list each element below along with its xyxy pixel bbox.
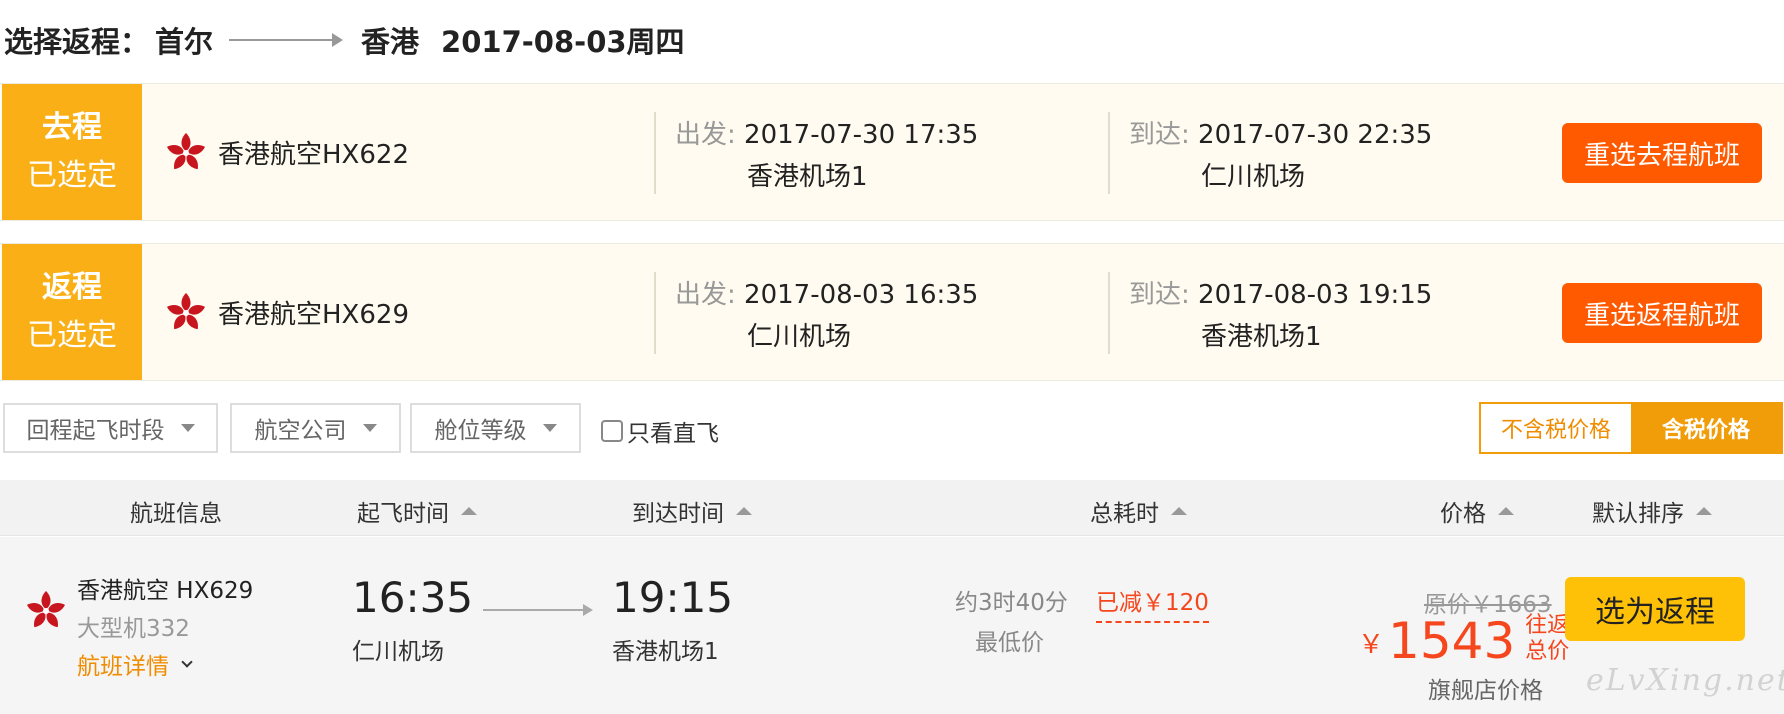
- sort-default[interactable]: 默认排序: [1592, 494, 1712, 528]
- outbound-selected-tag: 去程 已选定: [2, 84, 142, 220]
- reselect-return-button[interactable]: 重选返程航班: [1562, 283, 1762, 343]
- sort-up-icon: [736, 507, 752, 515]
- sort-arrive-time[interactable]: 到达时间: [632, 494, 752, 528]
- outbound-selected-row: 去程 已选定 香港航空HX622 出发: 2017-07-30 17:35 香港…: [0, 83, 1784, 221]
- depart-label: 出发:: [675, 280, 736, 310]
- sort-up-icon: [1171, 507, 1187, 515]
- caret-down-icon: [542, 424, 557, 432]
- flight-detail-link[interactable]: 航班详情: [77, 647, 193, 681]
- flight-detail-label: 航班详情: [77, 654, 169, 680]
- flight-result-row: 香港航空 HX629 大型机332 航班详情 16:35 仁川机场 19:15 …: [0, 537, 1784, 714]
- filter-airline-dropdown[interactable]: 航空公司: [230, 403, 401, 453]
- result-depart-airport: 仁川机场: [352, 639, 444, 665]
- sort-up-icon: [1696, 507, 1712, 515]
- select-return-button[interactable]: 选为返程: [1565, 577, 1745, 641]
- from-city: 首尔: [155, 25, 214, 59]
- reselect-outbound-button[interactable]: 重选去程航班: [1562, 123, 1762, 183]
- outbound-depart-time: 2017-07-30 17:35: [744, 120, 979, 150]
- result-duration: 约3时40分: [955, 590, 1068, 616]
- arrive-label: 到达:: [1129, 280, 1190, 310]
- divider: [654, 112, 656, 194]
- price-unit: 往返 总价: [1525, 613, 1569, 665]
- filter-label: 舱位等级: [434, 418, 527, 444]
- price-unit-line2: 总价: [1525, 639, 1570, 664]
- direct-only-label: 只看直飞: [627, 421, 719, 447]
- airline-logo-icon: [166, 293, 206, 330]
- flagship-store-price-label: 旗舰店价格: [1428, 678, 1543, 704]
- filter-cabin-dropdown[interactable]: 舱位等级: [410, 403, 581, 453]
- result-depart-time: 16:35: [352, 573, 474, 622]
- price-excl-tax-option[interactable]: 不含税价格: [1481, 404, 1631, 452]
- caret-down-icon: [180, 424, 195, 432]
- travel-date: 2017-08-03周四: [441, 25, 685, 59]
- column-label: 到达时间: [632, 501, 724, 527]
- result-airline: 香港航空 HX629: [77, 578, 254, 604]
- column-label: 起飞时间: [357, 501, 449, 527]
- return-tag-title: 返程: [42, 270, 102, 305]
- outbound-arrive-time: 2017-07-30 22:35: [1198, 120, 1433, 150]
- chevron-down-icon: [181, 656, 193, 668]
- column-label: 价格: [1440, 501, 1486, 527]
- tax-price-toggle: 不含税价格 含税价格: [1479, 402, 1783, 454]
- outbound-departure: 出发: 2017-07-30 17:35 香港机场1: [675, 114, 978, 198]
- filter-departure-time-dropdown[interactable]: 回程起飞时段: [3, 403, 218, 453]
- sort-up-icon: [1498, 507, 1514, 515]
- sort-up-icon: [461, 507, 477, 515]
- return-arrive-airport: 香港机场1: [1201, 322, 1322, 352]
- discount-tag[interactable]: 已减￥120: [1096, 583, 1209, 623]
- filter-label: 回程起飞时段: [26, 418, 165, 444]
- return-arrive-time: 2017-08-03 19:15: [1198, 280, 1433, 310]
- to-city: 香港: [361, 25, 420, 59]
- caret-down-icon: [362, 424, 377, 432]
- return-selected-tag: 返程 已选定: [2, 244, 142, 380]
- return-airline: 香港航空HX629: [218, 300, 409, 330]
- lowest-price-badge: 最低价: [975, 630, 1044, 656]
- outbound-arrive-airport: 仁川机场: [1201, 162, 1306, 192]
- flight-arrow-icon: [483, 604, 593, 616]
- route-label: 选择返程：: [4, 25, 150, 59]
- divider: [1108, 272, 1110, 354]
- outbound-tag-title: 去程: [42, 110, 102, 145]
- return-selected-row: 返程 已选定 香港航空HX629 出发: 2017-08-03 16:35 仁川…: [0, 243, 1784, 381]
- checkbox-icon[interactable]: [601, 420, 623, 442]
- column-label: 默认排序: [1592, 501, 1684, 527]
- result-aircraft: 大型机332: [77, 616, 190, 642]
- return-depart-time: 2017-08-03 16:35: [744, 280, 979, 310]
- column-label: 航班信息: [130, 501, 222, 527]
- currency-symbol: ￥: [1358, 630, 1385, 660]
- return-depart-airport: 仁川机场: [747, 322, 852, 352]
- divider: [1108, 112, 1110, 194]
- airline-logo-icon: [26, 591, 66, 628]
- divider: [654, 272, 656, 354]
- price-unit-line1: 往返: [1525, 613, 1570, 638]
- arrive-label: 到达:: [1129, 120, 1190, 150]
- outbound-arrival: 到达: 2017-07-30 22:35 仁川机场: [1129, 114, 1432, 198]
- price-amount: 1543: [1388, 612, 1516, 670]
- column-flight-info: 航班信息: [130, 494, 222, 528]
- outbound-airline: 香港航空HX622: [218, 140, 409, 170]
- results-table-header: 航班信息 起飞时间 到达时间 总耗时 价格 默认排序: [0, 480, 1784, 536]
- price-incl-tax-option[interactable]: 含税价格: [1631, 404, 1781, 452]
- return-departure: 出发: 2017-08-03 16:35 仁川机场: [675, 274, 978, 358]
- round-trip-price: ￥ 1543 往返 总价: [1358, 613, 1569, 669]
- filter-label: 航空公司: [254, 418, 347, 444]
- result-arrive-airport: 香港机场1: [612, 639, 719, 665]
- result-arrive-time: 19:15: [612, 573, 734, 622]
- column-label: 总耗时: [1090, 501, 1159, 527]
- watermark: eLvXing.net: [1586, 663, 1784, 698]
- sort-duration[interactable]: 总耗时: [1090, 494, 1187, 528]
- route-arrow-icon: [229, 33, 344, 47]
- direct-only-checkbox[interactable]: 只看直飞: [601, 414, 719, 448]
- return-arrival: 到达: 2017-08-03 19:15 香港机场1: [1129, 274, 1432, 358]
- outbound-depart-airport: 香港机场1: [747, 162, 868, 192]
- sort-price[interactable]: 价格: [1440, 494, 1514, 528]
- depart-label: 出发:: [675, 120, 736, 150]
- route-title: 选择返程： 首尔 香港 2017-08-03周四: [4, 18, 685, 62]
- airline-logo-icon: [166, 133, 206, 170]
- return-tag-status: 已选定: [27, 318, 117, 353]
- sort-depart-time[interactable]: 起飞时间: [357, 494, 477, 528]
- outbound-tag-status: 已选定: [27, 158, 117, 193]
